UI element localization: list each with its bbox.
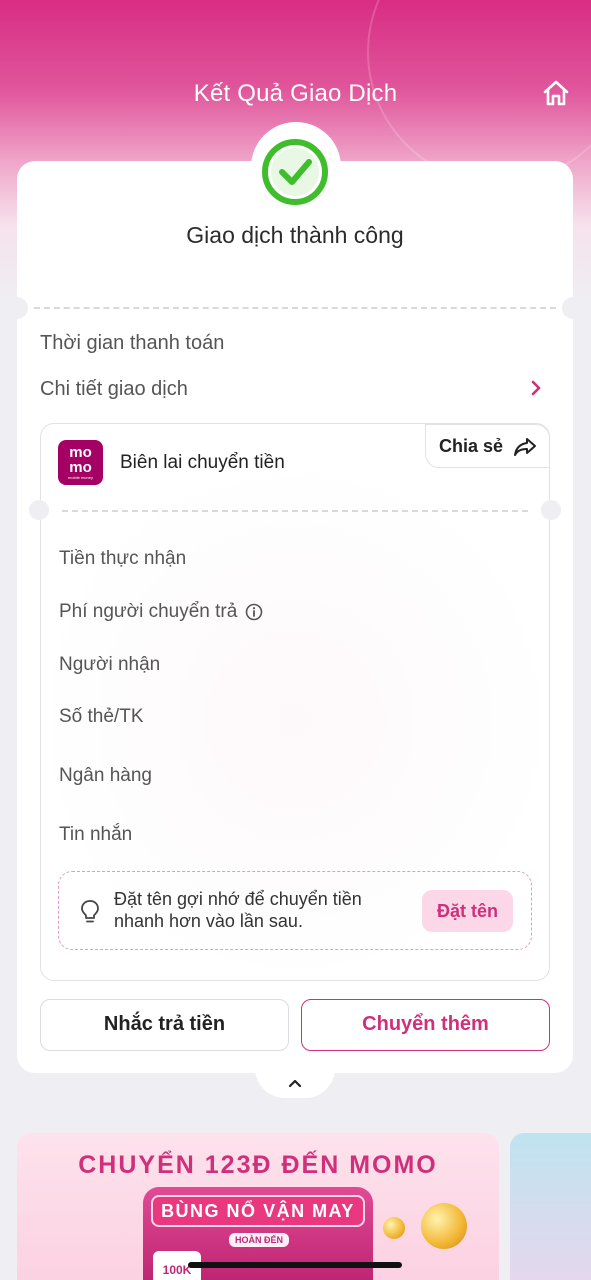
logo-text-top: mo xyxy=(69,444,92,461)
account-label: Số thẻ/TK xyxy=(59,706,144,727)
check-circle-icon xyxy=(262,139,328,205)
share-label: Chia sẻ xyxy=(439,436,504,456)
logo-text-bottom: mo xyxy=(69,459,92,476)
info-icon[interactable] xyxy=(245,603,263,621)
fee-label: Phí người chuyển trả xyxy=(59,601,238,622)
promo-banner-next[interactable] xyxy=(510,1133,591,1280)
coin-icon-small xyxy=(383,1217,405,1239)
recipient-label: Người nhận xyxy=(59,654,161,675)
chevron-right-icon[interactable] xyxy=(528,378,544,398)
card-notch-right xyxy=(562,297,584,319)
share-icon[interactable] xyxy=(512,436,538,458)
tip-text: Đặt tên gợi nhớ để chuyển tiền nhanh hơn… xyxy=(114,889,362,931)
lightbulb-icon xyxy=(81,900,99,923)
receipt-notch-left xyxy=(29,500,49,520)
banner-subtitle: BÙNG NỔ VẬN MAY xyxy=(151,1195,365,1227)
remind-payment-button[interactable]: Nhắc trả tiền xyxy=(40,999,289,1051)
message-label: Tin nhắn xyxy=(59,824,133,845)
banner-small-label: HOÀN ĐẾN xyxy=(229,1233,289,1247)
page-title: Kết Quả Giao Dịch xyxy=(193,80,398,107)
momo-logo: mo mo mobile money xyxy=(58,440,103,485)
logo-caption: mobile money xyxy=(68,475,93,480)
set-name-button[interactable]: Đặt tên xyxy=(422,890,513,932)
receipt-divider xyxy=(62,510,528,512)
payment-time-label: Thời gian thanh toán xyxy=(40,332,225,354)
home-indicator xyxy=(188,1262,402,1268)
received-amount-label: Tiền thực nhận xyxy=(59,548,187,569)
card-notch-left xyxy=(6,297,28,319)
receipt-notch-right xyxy=(541,500,561,520)
chevron-up-icon[interactable] xyxy=(287,1077,303,1089)
status-text: Giao dịch thành công xyxy=(186,222,404,248)
divider xyxy=(34,307,556,309)
coin-icon xyxy=(421,1203,467,1249)
transfer-more-button[interactable]: Chuyển thêm xyxy=(301,999,550,1051)
home-icon[interactable] xyxy=(541,78,571,108)
banner-title: CHUYỂN 123Đ ĐẾN MOMO xyxy=(78,1151,438,1179)
bank-label: Ngân hàng xyxy=(59,765,152,786)
receipt-title: Biên lai chuyển tiền xyxy=(120,452,285,473)
promo-banner[interactable]: CHUYỂN 123Đ ĐẾN MOMO BÙNG NỔ VẬN MAY HOÀ… xyxy=(17,1133,499,1280)
transaction-details-link[interactable]: Chi tiết giao dịch xyxy=(40,378,188,401)
